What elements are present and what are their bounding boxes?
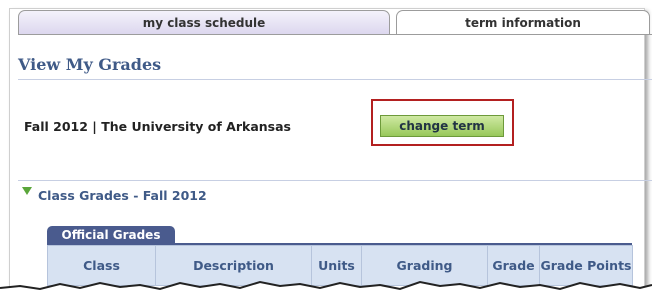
section-title-class-grades[interactable]: Class Grades - Fall 2012 xyxy=(38,188,207,203)
tab-divider xyxy=(18,34,652,35)
tab-official-grades[interactable]: Official Grades xyxy=(47,226,175,244)
change-term-button[interactable]: change term xyxy=(380,115,504,137)
torn-edge xyxy=(0,280,652,302)
collapse-triangle-icon[interactable] xyxy=(22,187,32,195)
section-divider xyxy=(18,180,652,181)
tab-term-information[interactable]: term information xyxy=(396,10,650,35)
tab-my-class-schedule[interactable]: my class schedule xyxy=(18,10,390,35)
title-divider xyxy=(18,79,652,80)
term-info-text: Fall 2012 | The University of Arkansas xyxy=(24,119,291,134)
page-title: View My Grades xyxy=(18,55,162,74)
